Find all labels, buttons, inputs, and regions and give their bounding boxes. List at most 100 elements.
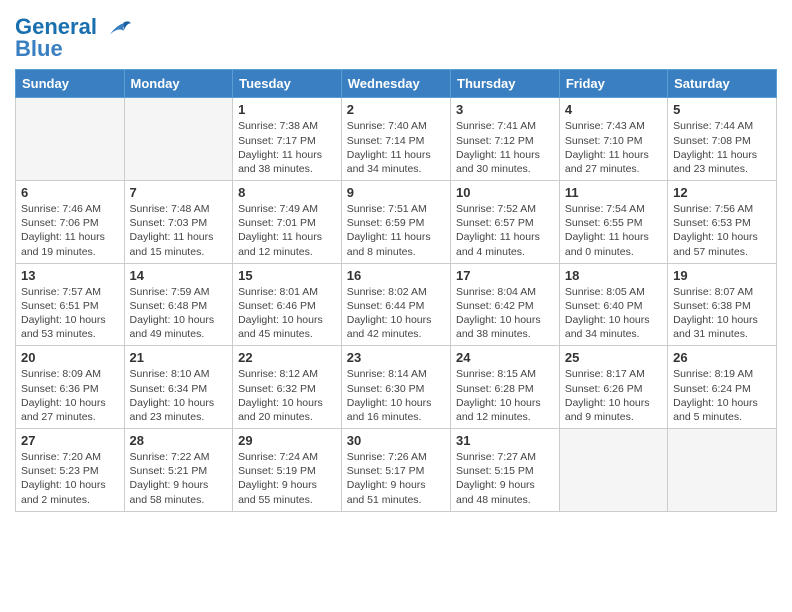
day-number: 14	[130, 268, 228, 283]
calendar-cell: 2 Sunrise: 7:40 AM Sunset: 7:14 PM Daylig…	[341, 98, 450, 181]
day-info: Sunrise: 7:41 AM Sunset: 7:12 PM Dayligh…	[456, 119, 554, 176]
day-info: Sunrise: 8:17 AM Sunset: 6:26 PM Dayligh…	[565, 367, 662, 424]
day-number: 4	[565, 102, 662, 117]
day-info: Sunrise: 7:59 AM Sunset: 6:48 PM Dayligh…	[130, 285, 228, 342]
calendar-cell: 1Sunrise: 7:38 AM Sunset: 7:17 PM Daylig…	[233, 98, 342, 181]
day-number: 21	[130, 350, 228, 365]
day-info: Sunrise: 7:57 AM Sunset: 6:51 PM Dayligh…	[21, 285, 119, 342]
calendar-cell: 20 Sunrise: 8:09 AM Sunset: 6:36 PM Dayli…	[16, 346, 125, 429]
day-number: 20	[21, 350, 119, 365]
logo-text-blue: Blue	[15, 36, 63, 61]
day-number: 10	[456, 185, 554, 200]
logo: General Blue	[15, 10, 133, 61]
day-number: 6	[21, 185, 119, 200]
day-number: 24	[456, 350, 554, 365]
calendar-cell: 24 Sunrise: 8:15 AM Sunset: 6:28 PM Dayli…	[451, 346, 560, 429]
day-number: 17	[456, 268, 554, 283]
day-info: Sunrise: 7:20 AM Sunset: 5:23 PM Dayligh…	[21, 450, 119, 507]
day-info: Sunrise: 8:02 AM Sunset: 6:44 PM Dayligh…	[347, 285, 445, 342]
day-number: 11	[565, 185, 662, 200]
calendar-cell: 5 Sunrise: 7:44 AM Sunset: 7:08 PM Daylig…	[668, 98, 777, 181]
day-number: 1	[238, 102, 336, 117]
calendar-cell: 16 Sunrise: 8:02 AM Sunset: 6:44 PM Dayli…	[341, 263, 450, 346]
day-number: 27	[21, 433, 119, 448]
calendar-cell: 11 Sunrise: 7:54 AM Sunset: 6:55 PM Dayli…	[559, 181, 667, 264]
day-number: 31	[456, 433, 554, 448]
calendar-cell: 27 Sunrise: 7:20 AM Sunset: 5:23 PM Dayli…	[16, 429, 125, 512]
calendar-cell: 28Sunrise: 7:22 AM Sunset: 5:21 PM Dayli…	[124, 429, 233, 512]
day-number: 5	[673, 102, 771, 117]
day-number: 2	[347, 102, 445, 117]
weekday-header-monday: Monday	[124, 70, 233, 98]
day-number: 12	[673, 185, 771, 200]
week-row-3: 13Sunrise: 7:57 AM Sunset: 6:51 PM Dayli…	[16, 263, 777, 346]
calendar-cell: 15 Sunrise: 8:01 AM Sunset: 6:46 PM Dayli…	[233, 263, 342, 346]
day-info: Sunrise: 7:56 AM Sunset: 6:53 PM Dayligh…	[673, 202, 771, 259]
day-info: Sunrise: 7:52 AM Sunset: 6:57 PM Dayligh…	[456, 202, 554, 259]
calendar-cell: 18 Sunrise: 8:05 AM Sunset: 6:40 PM Dayli…	[559, 263, 667, 346]
weekday-header-thursday: Thursday	[451, 70, 560, 98]
calendar-cell: 19 Sunrise: 8:07 AM Sunset: 6:38 PM Dayli…	[668, 263, 777, 346]
calendar-cell: 23Sunrise: 8:14 AM Sunset: 6:30 PM Dayli…	[341, 346, 450, 429]
day-info: Sunrise: 8:12 AM Sunset: 6:32 PM Dayligh…	[238, 367, 336, 424]
day-number: 15	[238, 268, 336, 283]
week-row-4: 20 Sunrise: 8:09 AM Sunset: 6:36 PM Dayli…	[16, 346, 777, 429]
day-info: Sunrise: 7:46 AM Sunset: 7:06 PM Dayligh…	[21, 202, 119, 259]
day-info: Sunrise: 7:48 AM Sunset: 7:03 PM Dayligh…	[130, 202, 228, 259]
day-info: Sunrise: 8:15 AM Sunset: 6:28 PM Dayligh…	[456, 367, 554, 424]
calendar-cell: 17Sunrise: 8:04 AM Sunset: 6:42 PM Dayli…	[451, 263, 560, 346]
day-number: 16	[347, 268, 445, 283]
calendar-cell: 21 Sunrise: 8:10 AM Sunset: 6:34 PM Dayli…	[124, 346, 233, 429]
day-info: Sunrise: 8:05 AM Sunset: 6:40 PM Dayligh…	[565, 285, 662, 342]
week-row-5: 27 Sunrise: 7:20 AM Sunset: 5:23 PM Dayli…	[16, 429, 777, 512]
day-info: Sunrise: 7:24 AM Sunset: 5:19 PM Dayligh…	[238, 450, 336, 507]
day-info: Sunrise: 8:19 AM Sunset: 6:24 PM Dayligh…	[673, 367, 771, 424]
weekday-header-row: SundayMondayTuesdayWednesdayThursdayFrid…	[16, 70, 777, 98]
day-number: 3	[456, 102, 554, 117]
day-number: 25	[565, 350, 662, 365]
weekday-header-saturday: Saturday	[668, 70, 777, 98]
weekday-header-friday: Friday	[559, 70, 667, 98]
day-number: 29	[238, 433, 336, 448]
day-info: Sunrise: 8:10 AM Sunset: 6:34 PM Dayligh…	[130, 367, 228, 424]
calendar-cell: 8Sunrise: 7:49 AM Sunset: 7:01 PM Daylig…	[233, 181, 342, 264]
day-info: Sunrise: 8:09 AM Sunset: 6:36 PM Dayligh…	[21, 367, 119, 424]
day-number: 9	[347, 185, 445, 200]
day-number: 7	[130, 185, 228, 200]
calendar-cell: 3 Sunrise: 7:41 AM Sunset: 7:12 PM Daylig…	[451, 98, 560, 181]
day-info: Sunrise: 7:26 AM Sunset: 5:17 PM Dayligh…	[347, 450, 445, 507]
day-number: 23	[347, 350, 445, 365]
calendar-cell: 14 Sunrise: 7:59 AM Sunset: 6:48 PM Dayli…	[124, 263, 233, 346]
calendar-cell	[16, 98, 125, 181]
day-number: 22	[238, 350, 336, 365]
calendar-cell: 29 Sunrise: 7:24 AM Sunset: 5:19 PM Dayli…	[233, 429, 342, 512]
day-info: Sunrise: 7:27 AM Sunset: 5:15 PM Dayligh…	[456, 450, 554, 507]
calendar-cell	[124, 98, 233, 181]
day-number: 19	[673, 268, 771, 283]
calendar-cell: 22 Sunrise: 8:12 AM Sunset: 6:32 PM Dayli…	[233, 346, 342, 429]
calendar-cell: 25 Sunrise: 8:17 AM Sunset: 6:26 PM Dayli…	[559, 346, 667, 429]
header: General Blue	[15, 10, 777, 61]
calendar-cell: 7 Sunrise: 7:48 AM Sunset: 7:03 PM Daylig…	[124, 181, 233, 264]
day-info: Sunrise: 7:43 AM Sunset: 7:10 PM Dayligh…	[565, 119, 662, 176]
day-number: 28	[130, 433, 228, 448]
weekday-header-sunday: Sunday	[16, 70, 125, 98]
day-number: 18	[565, 268, 662, 283]
weekday-header-tuesday: Tuesday	[233, 70, 342, 98]
day-info: Sunrise: 8:01 AM Sunset: 6:46 PM Dayligh…	[238, 285, 336, 342]
calendar-cell: 10 Sunrise: 7:52 AM Sunset: 6:57 PM Dayli…	[451, 181, 560, 264]
week-row-2: 6 Sunrise: 7:46 AM Sunset: 7:06 PM Daylig…	[16, 181, 777, 264]
calendar-cell: 6 Sunrise: 7:46 AM Sunset: 7:06 PM Daylig…	[16, 181, 125, 264]
calendar-cell: 4 Sunrise: 7:43 AM Sunset: 7:10 PM Daylig…	[559, 98, 667, 181]
day-info: Sunrise: 7:40 AM Sunset: 7:14 PM Dayligh…	[347, 119, 445, 176]
calendar-cell: 9 Sunrise: 7:51 AM Sunset: 6:59 PM Daylig…	[341, 181, 450, 264]
day-info: Sunrise: 7:54 AM Sunset: 6:55 PM Dayligh…	[565, 202, 662, 259]
day-number: 8	[238, 185, 336, 200]
day-info: Sunrise: 8:07 AM Sunset: 6:38 PM Dayligh…	[673, 285, 771, 342]
calendar-cell: 13Sunrise: 7:57 AM Sunset: 6:51 PM Dayli…	[16, 263, 125, 346]
calendar-cell: 31 Sunrise: 7:27 AM Sunset: 5:15 PM Dayli…	[451, 429, 560, 512]
day-info: Sunrise: 7:51 AM Sunset: 6:59 PM Dayligh…	[347, 202, 445, 259]
weekday-header-wednesday: Wednesday	[341, 70, 450, 98]
day-info: Sunrise: 7:44 AM Sunset: 7:08 PM Dayligh…	[673, 119, 771, 176]
calendar-cell	[668, 429, 777, 512]
